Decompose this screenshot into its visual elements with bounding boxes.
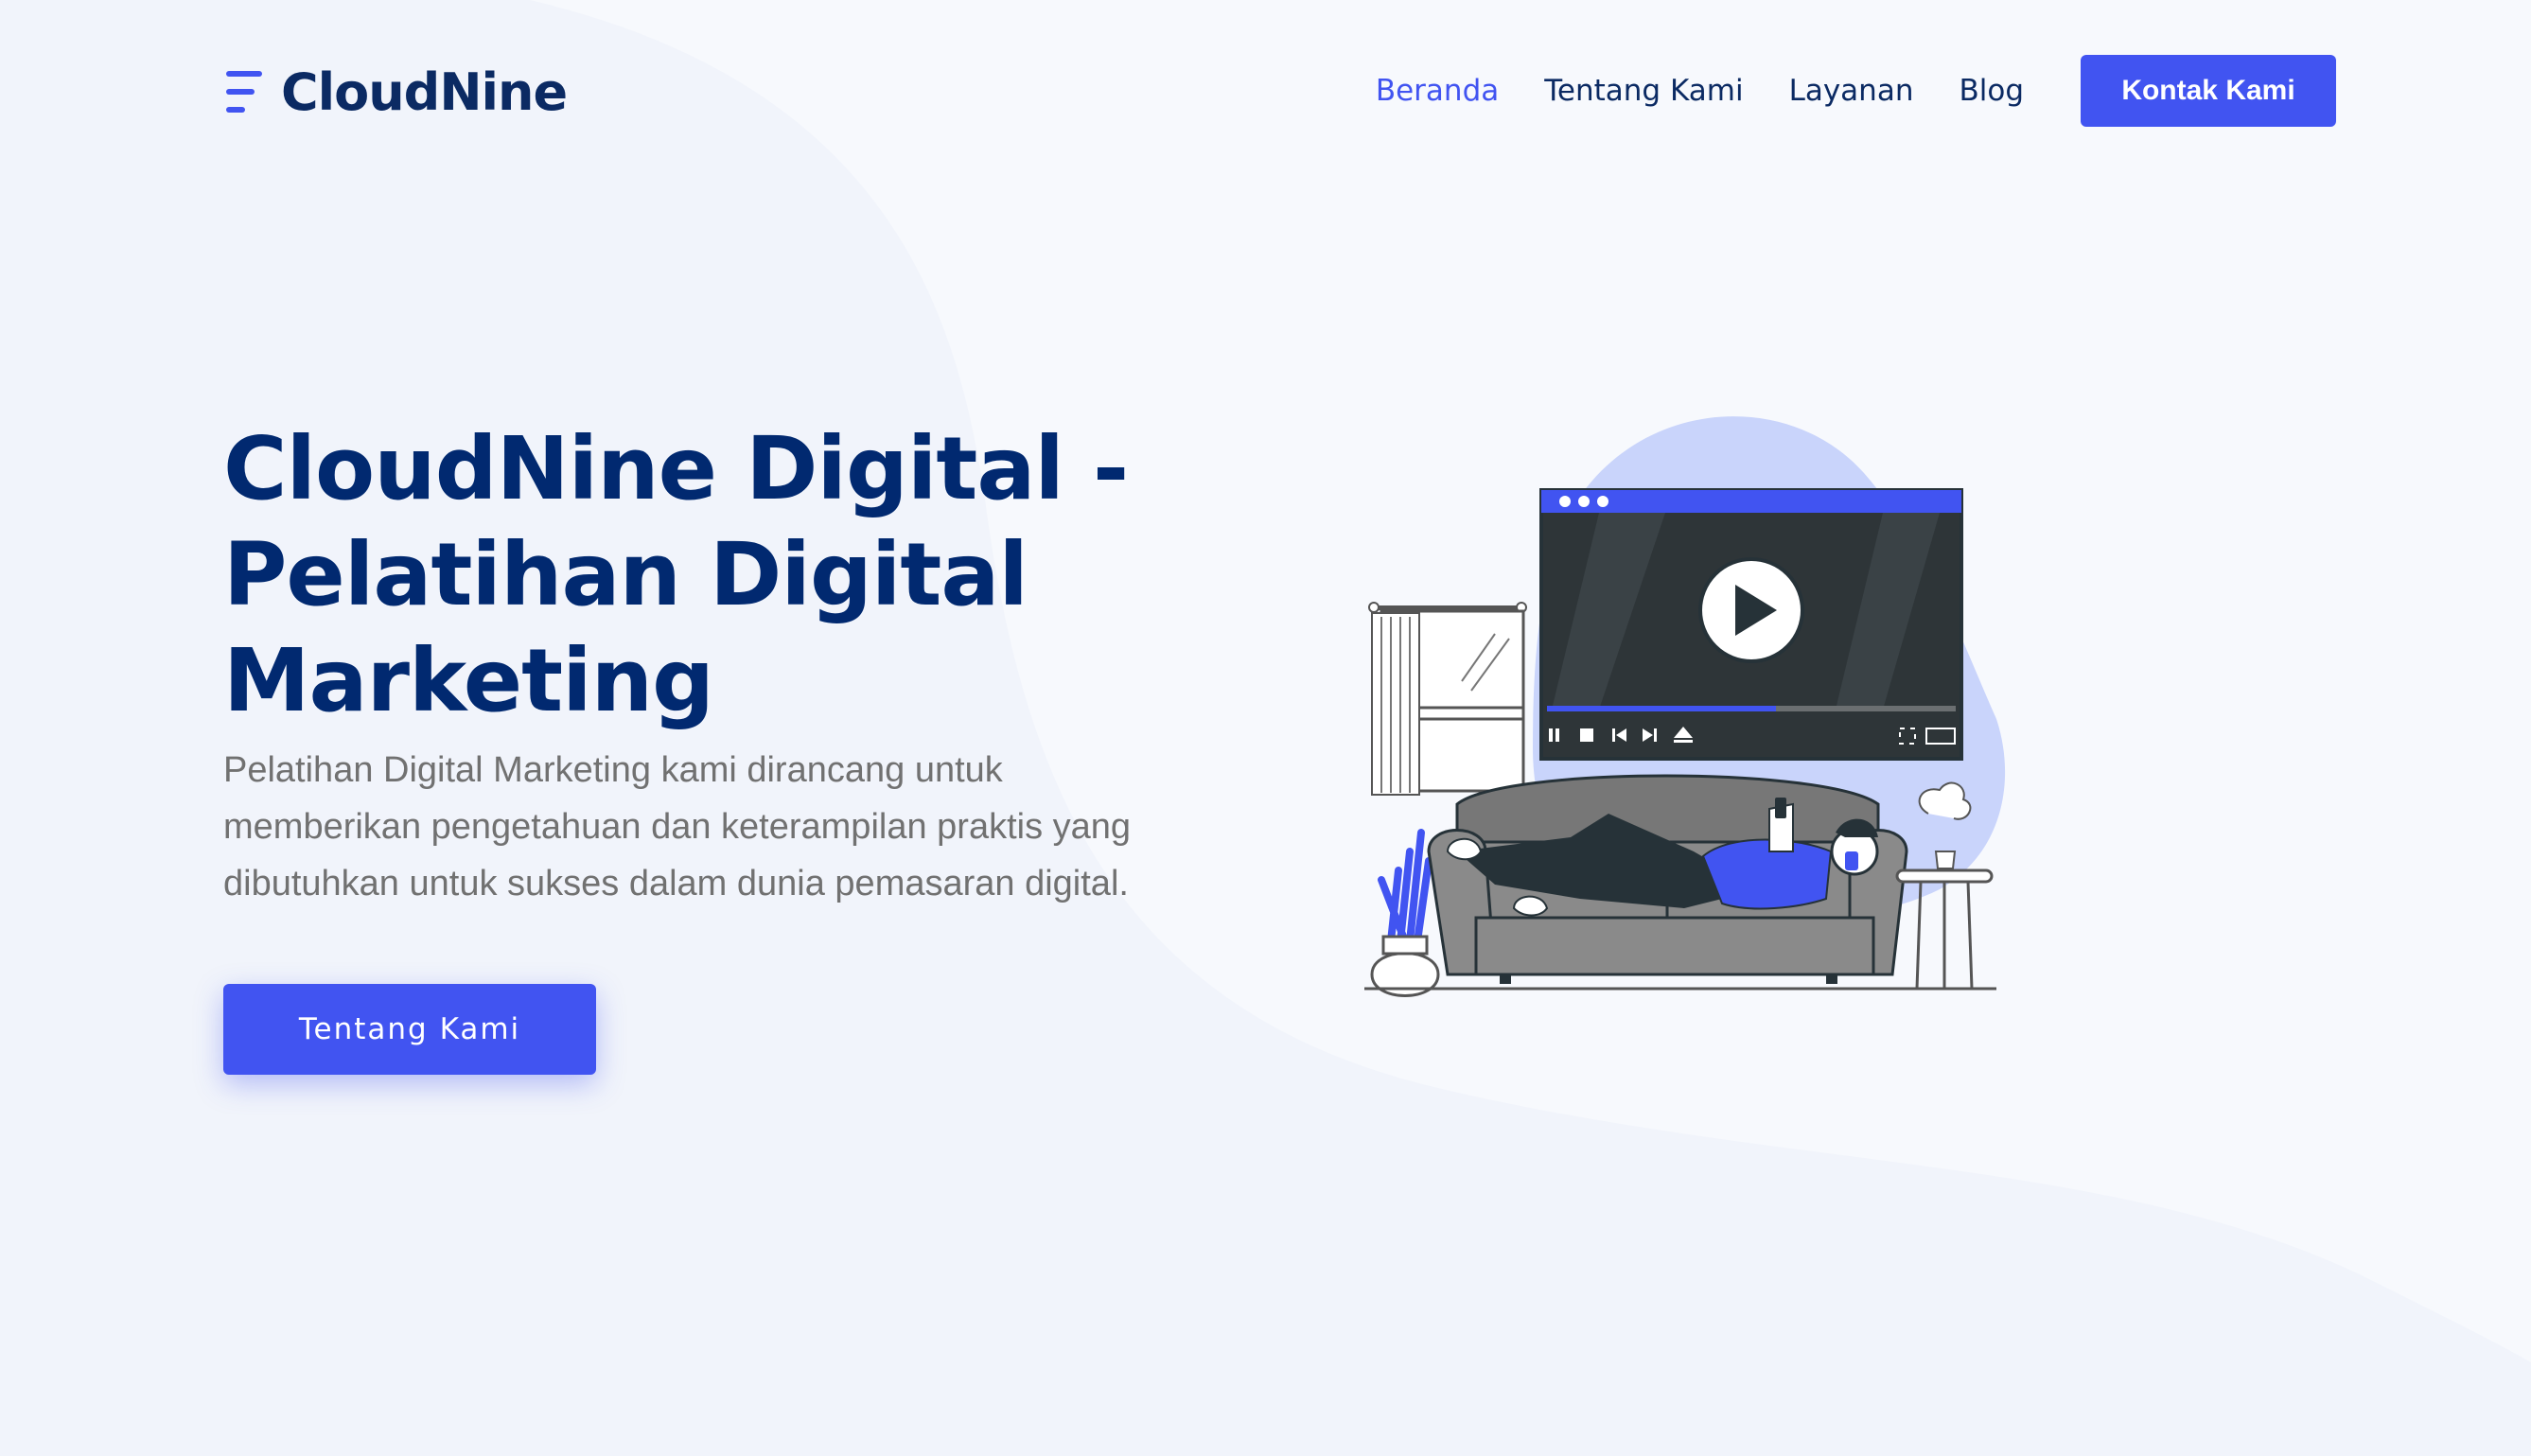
menu-lines-icon (226, 71, 262, 113)
brand-name: CloudNine (281, 61, 568, 122)
video-player-screen (1539, 488, 1963, 761)
hero-section: CloudNine Digital - Pelatihan Digital Ma… (223, 416, 1283, 912)
nav-link-blog[interactable]: Blog (1959, 74, 2024, 108)
nav-link-tentang-kami[interactable]: Tentang Kami (1544, 74, 1743, 108)
hero-title: CloudNine Digital - Pelatihan Digital Ma… (223, 418, 1129, 731)
brand-logo[interactable]: CloudNine (222, 59, 568, 125)
hero-illustration (1364, 416, 2006, 997)
site-header: CloudNine Beranda Tentang Kami Layanan B… (0, 0, 2531, 184)
main-nav: Beranda Tentang Kami Layanan Blog Kontak… (1330, 55, 2336, 127)
contact-button[interactable]: Kontak Kami (2081, 55, 2336, 127)
nav-link-beranda[interactable]: Beranda (1376, 74, 1499, 108)
nav-link-layanan[interactable]: Layanan (1789, 74, 1914, 108)
hero-description: Pelatihan Digital Marketing kami diranca… (223, 750, 1132, 903)
hero-about-button[interactable]: Tentang Kami (223, 984, 596, 1075)
window-icon (1368, 602, 1527, 796)
